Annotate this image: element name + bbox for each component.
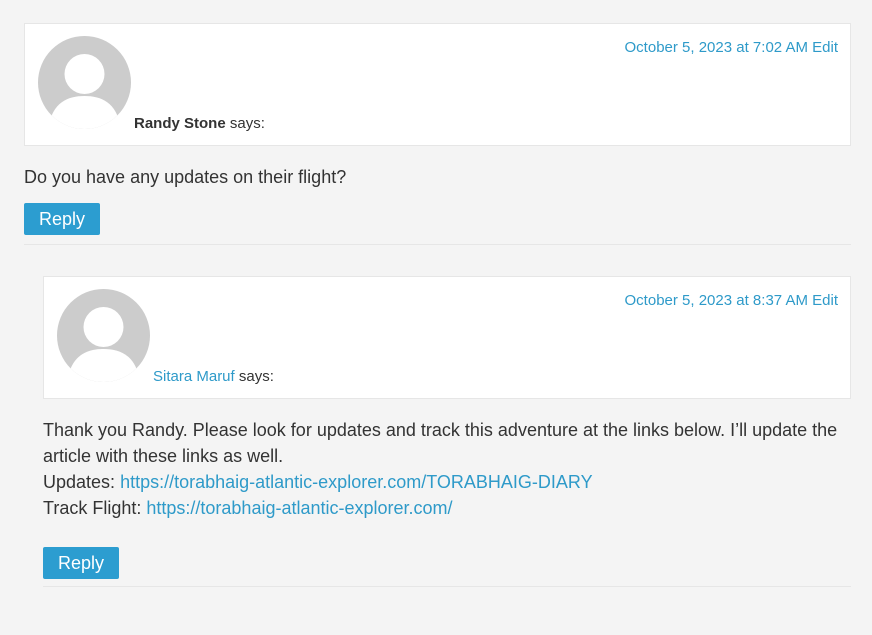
reply-row: Reply	[43, 547, 851, 587]
avatar	[38, 36, 131, 129]
reply-button[interactable]: Reply	[24, 203, 101, 235]
comment-author: Randy Stone says:	[134, 115, 265, 132]
comment-date-link[interactable]: October 5, 2023 at 7:02 AM Edit	[625, 39, 838, 56]
comment-date[interactable]: October 5, 2023 at 8:37 AM	[625, 292, 808, 309]
author-name: Randy Stone	[134, 115, 226, 132]
user-silhouette-icon	[48, 54, 121, 129]
updates-label: Updates:	[43, 472, 116, 492]
track-flight-link[interactable]: https://torabhaig-atlantic-explorer.com/	[146, 498, 452, 518]
says-label: says:	[238, 368, 274, 385]
updates-link[interactable]: https://torabhaig-atlantic-explorer.com/…	[120, 472, 593, 492]
edit-link[interactable]: Edit	[812, 39, 838, 56]
comment-meta: October 5, 2023 at 7:02 AM Edit Randy St…	[24, 23, 851, 146]
comment-body: Thank you Randy. Please look for updates…	[43, 417, 851, 521]
says-label: says:	[229, 115, 265, 132]
comment: October 5, 2023 at 7:02 AM Edit Randy St…	[24, 23, 851, 245]
user-silhouette-icon	[67, 307, 140, 382]
reply-button[interactable]: Reply	[43, 547, 120, 579]
comment: October 5, 2023 at 8:37 AM Edit Sitara M…	[43, 276, 851, 587]
comment-body: Do you have any updates on their flight?	[24, 167, 347, 187]
edit-link[interactable]: Edit	[812, 292, 838, 309]
updates-line: Updates: https://torabhaig-atlantic-expl…	[43, 469, 851, 495]
comment-body-text: Thank you Randy. Please look for updates…	[43, 420, 838, 466]
author-name-link[interactable]: Sitara Maruf	[153, 368, 235, 385]
track-flight-line: Track Flight: https://torabhaig-atlantic…	[43, 495, 851, 521]
track-flight-label: Track Flight:	[43, 498, 142, 518]
avatar	[57, 289, 150, 382]
reply-row: Reply	[24, 203, 851, 245]
comment-date-link[interactable]: October 5, 2023 at 8:37 AM Edit	[625, 292, 838, 309]
comment-author: Sitara Maruf says:	[153, 368, 274, 385]
comment-date[interactable]: October 5, 2023 at 7:02 AM	[625, 39, 808, 56]
comment-meta: October 5, 2023 at 8:37 AM Edit Sitara M…	[43, 276, 851, 399]
